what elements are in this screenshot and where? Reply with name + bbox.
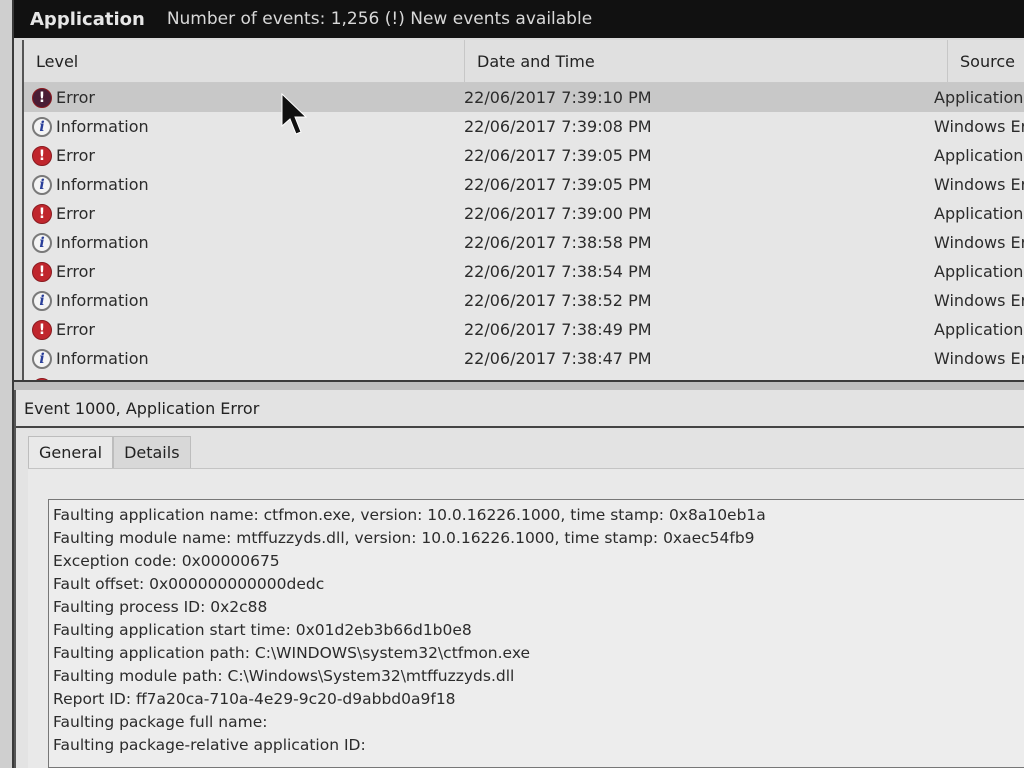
event-source: Application Error: [934, 146, 1024, 165]
event-level: i Information: [24, 348, 464, 369]
info-icon: i: [32, 116, 52, 137]
event-source: Application Error: [934, 204, 1024, 223]
event-detail-pane: Event 1000, Application Error General De…: [14, 390, 1024, 768]
event-source: Application Error: [934, 88, 1024, 107]
tab-general[interactable]: General: [28, 436, 114, 468]
event-level-label: Error: [56, 262, 95, 281]
event-source: Windows Error Reporting: [934, 117, 1024, 136]
event-level-label: Error: [56, 146, 95, 165]
event-level: !Error: [24, 319, 464, 340]
event-source: Application Error: [934, 262, 1024, 281]
event-level: !Error: [24, 87, 464, 108]
event-source: Windows Error Reporting: [934, 175, 1024, 194]
event-level-label: Information: [56, 291, 149, 310]
description-line: Faulting module path: C:\Windows\System3…: [53, 667, 515, 685]
event-count-status[interactable]: Number of events: 1,256 (!) New events a…: [167, 9, 592, 29]
event-row[interactable]: !Error22/06/2017 7:39:10 PMApplication E…: [24, 83, 1024, 112]
event-source: Windows Error Reporting: [934, 291, 1024, 310]
description-line: Faulting process ID: 0x2c88: [53, 598, 268, 616]
event-row[interactable]: i Information 22/06/2017 7:38:47 PM Windows…: [24, 344, 1024, 373]
event-level: i Information: [24, 290, 464, 311]
event-level-label: Error: [56, 204, 95, 223]
general-tab-body: Faulting application name: ctfmon.exe, v…: [28, 468, 1024, 768]
event-source: Application Error: [934, 320, 1024, 339]
event-level-label: Error: [56, 88, 95, 107]
error-icon: !: [32, 261, 52, 282]
event-level-label: Information: [56, 175, 149, 194]
event-list-header: Level Date and Time Source: [24, 40, 1024, 83]
event-date-time: 22/06/2017 7:39:05 PM: [464, 146, 652, 165]
event-level-label: Information: [56, 233, 149, 252]
event-rows: !Error22/06/2017 7:39:10 PMApplication E…: [24, 83, 1024, 380]
description-line: Faulting package-relative application ID…: [53, 736, 366, 754]
error-icon: !: [32, 145, 52, 166]
event-list[interactable]: Level Date and Time Source ! Error 22/06/2…: [22, 40, 1024, 380]
error-icon: !: [32, 203, 52, 224]
event-level: i Information: [24, 174, 464, 195]
event-level-label: Error: [56, 320, 95, 339]
event-level: i Information: [24, 116, 464, 137]
description-line: Report ID: ff7a20ca-710a-4e29-9c20-d9abb…: [53, 690, 456, 708]
detail-tabs: General Details: [28, 436, 1024, 468]
error-icon: !: [32, 319, 52, 340]
event-level-label: Information: [56, 349, 149, 368]
event-date-time: 22/06/2017 7:39:10 PM: [464, 88, 652, 107]
event-date-time: 22/06/2017 7:38:52 PM: [464, 291, 652, 310]
event-date-time: 22/06/2017 7:38:54 PM: [464, 262, 652, 281]
description-line: Faulting application name: ctfmon.exe, v…: [53, 506, 766, 524]
info-icon: i: [32, 348, 52, 369]
event-level: i Information: [24, 232, 464, 253]
event-row[interactable]: i Information 22/06/2017 7:39:05 PM Windows…: [24, 170, 1024, 199]
description-line: Faulting application start time: 0x01d2e…: [53, 621, 472, 639]
error-icon: !: [32, 87, 52, 108]
tab-details[interactable]: Details: [113, 436, 191, 468]
event-detail-title: Event 1000, Application Error: [16, 390, 1024, 428]
info-icon: i: [32, 174, 52, 195]
event-date-time: 22/06/2017 7:39:05 PM: [464, 175, 652, 194]
event-level: !Error: [24, 145, 464, 166]
event-date-time: 22/06/2017 7:38:49 PM: [464, 320, 652, 339]
description-line: Fault offset: 0x000000000000dedc: [53, 575, 325, 593]
event-row[interactable]: i Information 22/06/2017 7:38:58 PM Windows…: [24, 228, 1024, 257]
event-row[interactable]: i Information 22/06/2017 7:39:08 PM Windows…: [24, 112, 1024, 141]
description-line: Exception code: 0x00000675: [53, 552, 280, 570]
event-date-time: 22/06/2017 7:39:00 PM: [464, 204, 652, 223]
event-level-label: Information: [56, 117, 149, 136]
log-name: Application: [30, 8, 145, 30]
event-row[interactable]: !Error22/06/2017 7:38:44 PMApplication E…: [24, 373, 1024, 380]
event-row[interactable]: !Error22/06/2017 7:38:54 PMApplication E…: [24, 257, 1024, 286]
log-title-bar: Application Number of events: 1,256 (!) …: [14, 0, 1024, 38]
event-description-box[interactable]: Faulting application name: ctfmon.exe, v…: [48, 499, 1024, 768]
info-icon: i: [32, 290, 52, 311]
event-row[interactable]: !Error22/06/2017 7:39:00 PMApplication E…: [24, 199, 1024, 228]
description-line: Faulting application path: C:\WINDOWS\sy…: [53, 644, 531, 662]
event-level: !Error: [24, 261, 464, 282]
column-header-date-time[interactable]: Date and Time: [465, 40, 948, 82]
event-date-time: 22/06/2017 7:39:08 PM: [464, 117, 652, 136]
description-line: Faulting module name: mtffuzzyds.dll, ve…: [53, 529, 755, 547]
event-date-time: 22/06/2017 7:38:58 PM: [464, 233, 652, 252]
description-line: Faulting package full name:: [53, 713, 268, 731]
column-header-level[interactable]: Level: [24, 40, 465, 82]
mouse-cursor-icon: [281, 92, 308, 135]
event-level: !Error: [24, 203, 464, 224]
event-row[interactable]: i Information 22/06/2017 7:38:52 PM Windows…: [24, 286, 1024, 315]
column-header-source[interactable]: Source: [948, 40, 1024, 82]
event-row[interactable]: !Error22/06/2017 7:38:49 PMApplication E…: [24, 315, 1024, 344]
event-date-time: 22/06/2017 7:38:47 PM: [464, 349, 652, 368]
info-icon: i: [32, 232, 52, 253]
event-source: Windows Error Reporting: [934, 349, 1024, 368]
event-source: Windows Error Reporting: [934, 233, 1024, 252]
left-pane-edge: [0, 0, 14, 768]
event-row[interactable]: !Error22/06/2017 7:39:05 PMApplication E…: [24, 141, 1024, 170]
